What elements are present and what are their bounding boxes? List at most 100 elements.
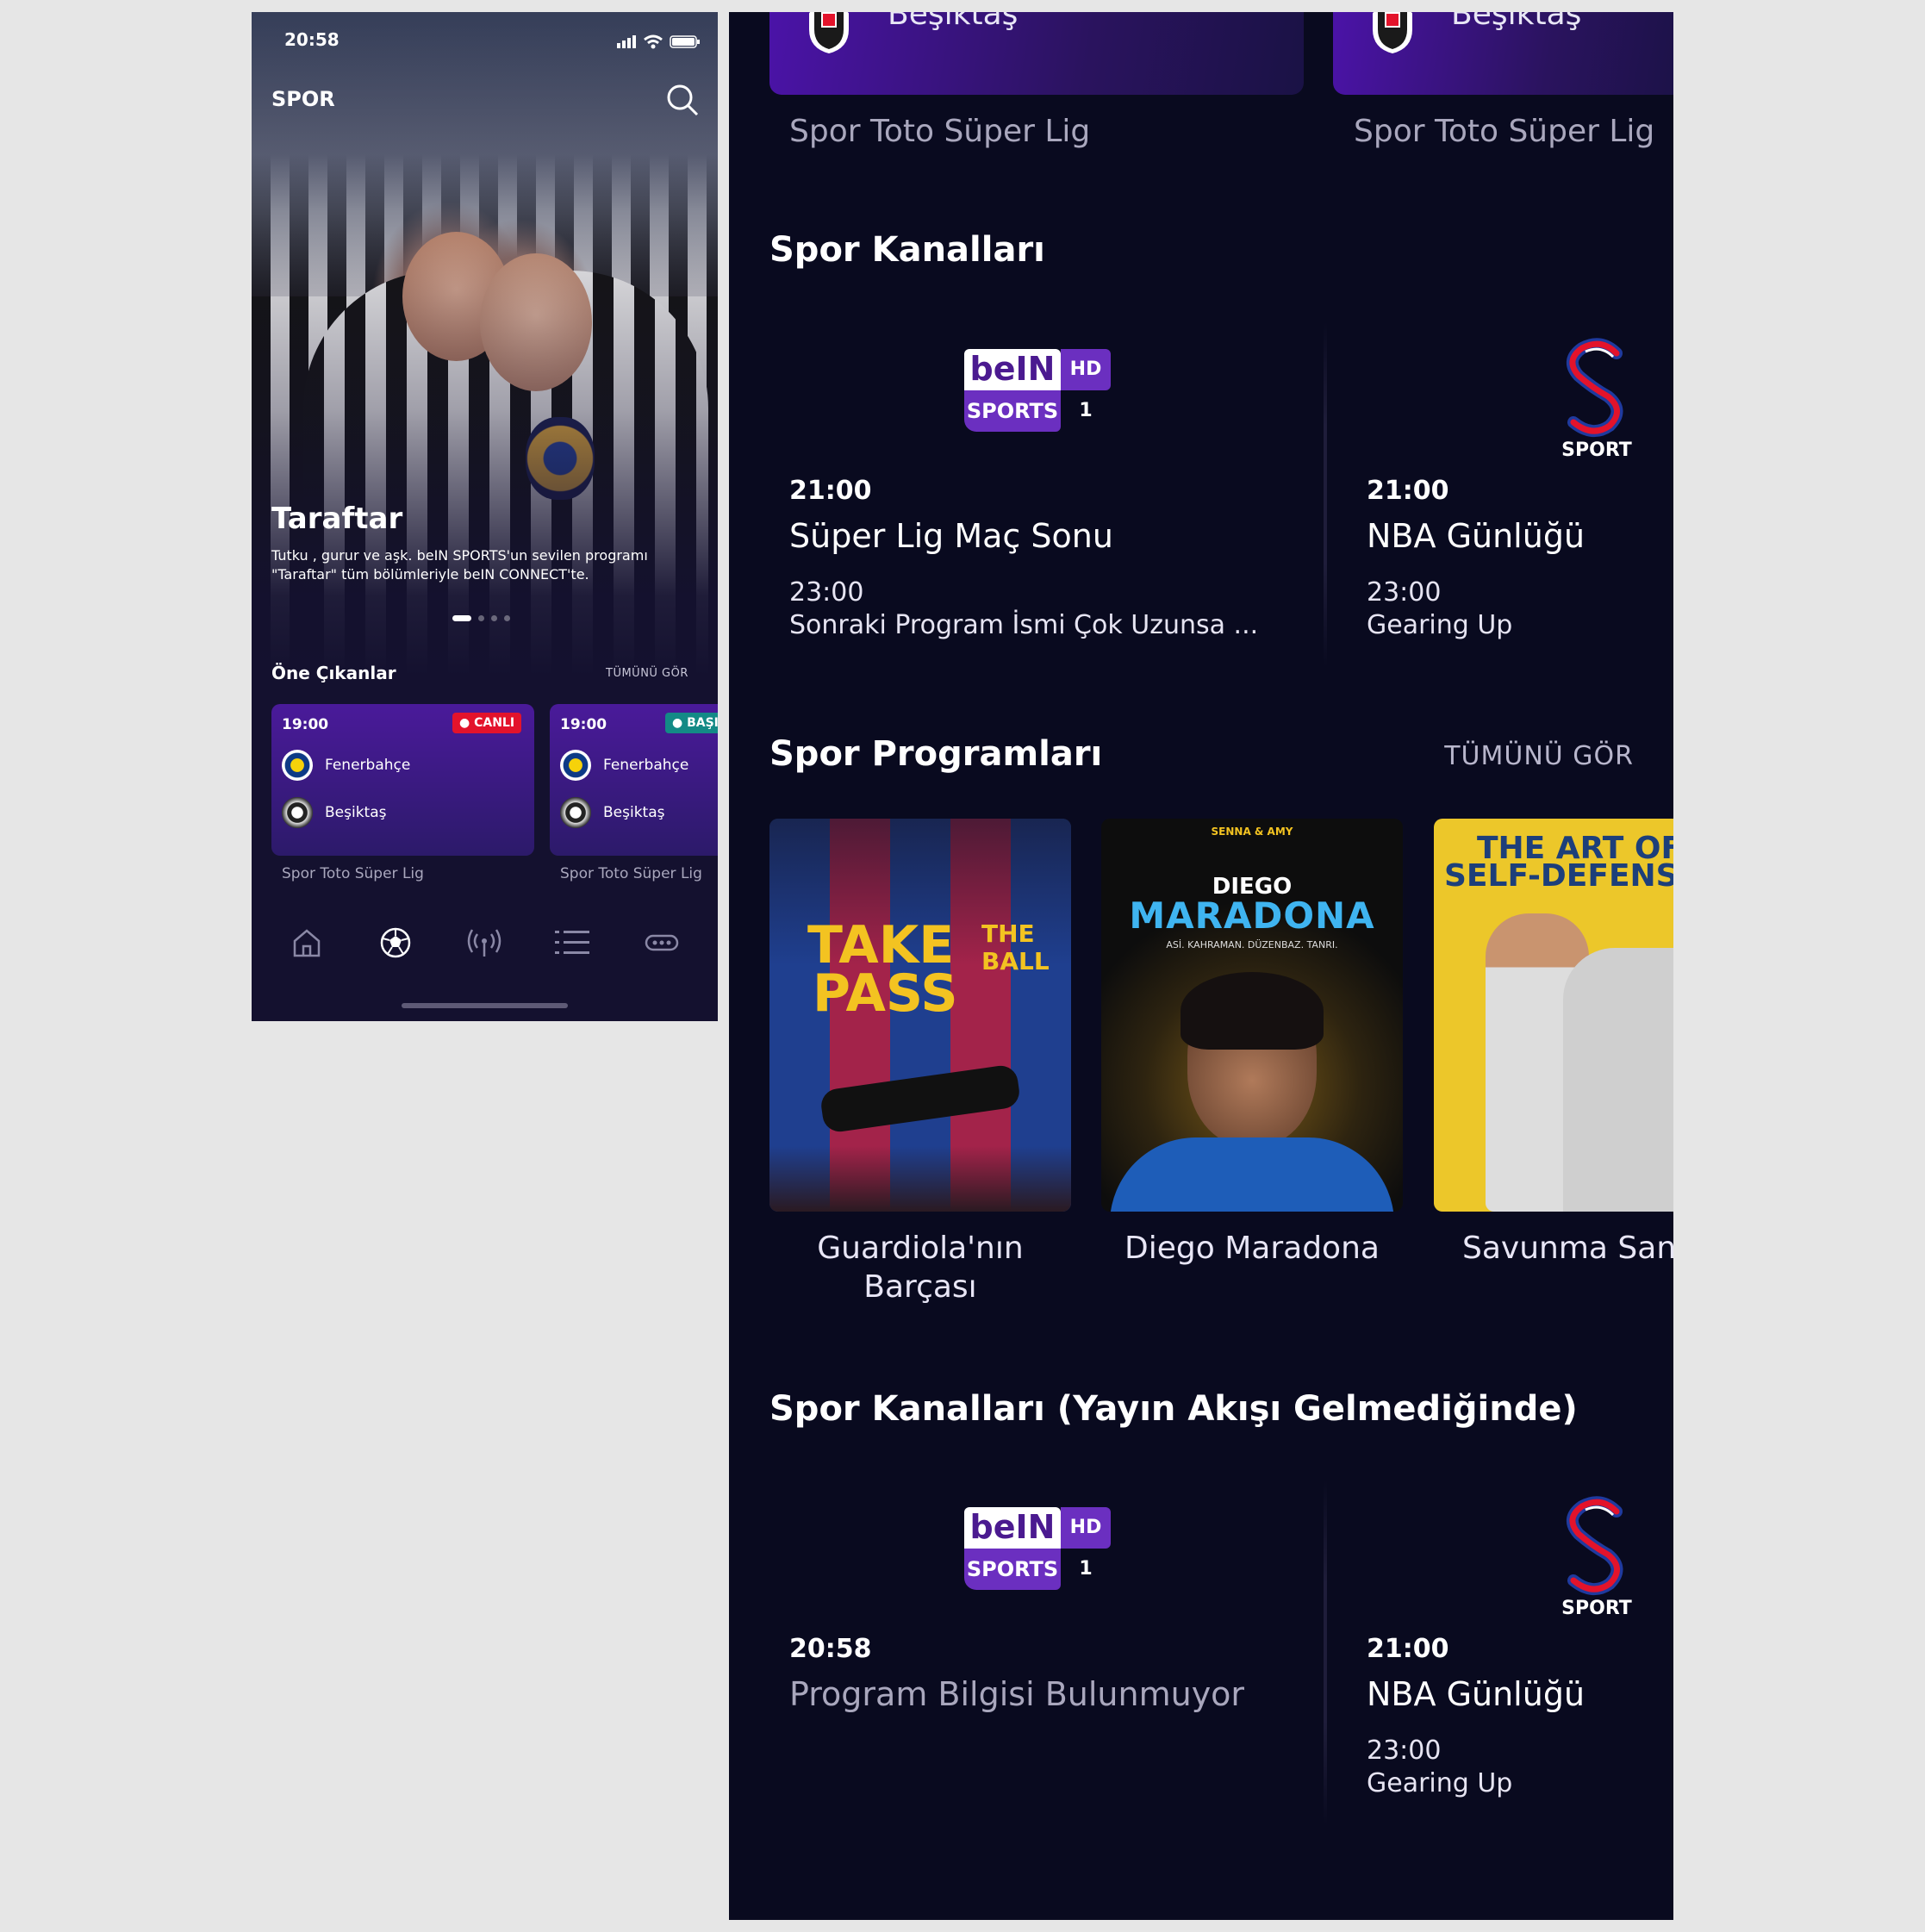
away-team-name: Beşiktaş [325, 804, 387, 821]
poster-title-line2: SELF-DEFENSE [1444, 858, 1673, 894]
program-title: Program Bilgisi Bulunmuyor [789, 1675, 1245, 1713]
besiktas-logo-icon [560, 797, 591, 828]
match-league: Spor Toto Süper Lig [282, 865, 424, 882]
s-sport-icon [1567, 1496, 1623, 1595]
status-badge: ● BAŞI [665, 713, 718, 733]
program-title: Süper Lig Maç Sonu [789, 517, 1113, 555]
next-program-title: Sonraki Program İsmi Çok Uzunsa ... [789, 610, 1259, 640]
live-badge: ● CANLI [452, 713, 522, 733]
channels-section-title: Spor Kanalları [769, 230, 1045, 270]
next-program-time: 23:00 [1367, 1736, 1442, 1766]
logo-brand-text: beIN [964, 1507, 1061, 1549]
channels-noepg-section-title: Spor Kanalları (Yayın Akışı Gelmediğinde… [769, 1389, 1578, 1429]
s-sport-label: SPORT [1561, 1598, 1632, 1619]
home-indicator [402, 1003, 568, 1008]
besiktas-logo-icon [809, 12, 849, 53]
s-sport-logo: SPORT [1558, 336, 1635, 465]
program-title: NBA Günlüğü [1367, 517, 1585, 555]
pagination-dot[interactable] [491, 615, 497, 621]
logo-hd-text: HD 1 [1061, 1507, 1111, 1580]
programs-section-title: Spor Programları [769, 734, 1103, 774]
channel-card[interactable]: beIN HD 1 SPORTS 21:00 Süper Lig Maç Son… [729, 305, 1324, 676]
match-card[interactable]: Beşiktaş [1333, 12, 1673, 95]
match-card[interactable]: Beşiktaş [769, 12, 1304, 95]
next-program-time: 23:00 [789, 577, 864, 608]
s-sport-icon [1567, 338, 1623, 437]
away-team: Beşiktaş [282, 797, 387, 828]
match-time: 19:00 [282, 716, 329, 733]
match-card[interactable]: 19:00 ● CANLI Fenerbahçe Beşiktaş [271, 704, 534, 856]
football-icon[interactable] [377, 924, 414, 962]
team-name: Beşiktaş [1451, 12, 1582, 32]
list-icon[interactable] [553, 924, 591, 962]
s-sport-label: SPORT [1561, 439, 1632, 461]
pagination-dot[interactable] [504, 615, 510, 621]
program-title: Diego Maradona [1124, 1231, 1380, 1266]
page-title: SPOR [271, 87, 335, 111]
program-title: NBA Günlüğü [1367, 1675, 1585, 1713]
phone-screen: 20:58 SPOR Taraftar Tutku , gurur ve aşk… [252, 12, 718, 1021]
fenerbahce-logo-icon [560, 750, 591, 781]
sports-panel: Beşiktaş Spor Toto Süper Lig Beşiktaş Sp… [729, 12, 1673, 1920]
home-team: Fenerbahçe [282, 750, 410, 781]
hero-description: Tutku , gurur ve aşk. beIN SPORTS'un sev… [271, 547, 648, 583]
channel-card[interactable]: SPORT 21:00 NBA Günlüğü 23:00 Gearing Up [1327, 305, 1673, 676]
home-team-name: Fenerbahçe [325, 757, 411, 774]
more-icon[interactable] [643, 924, 681, 962]
status-icons [617, 33, 703, 50]
next-program-time: 23:00 [1367, 577, 1442, 608]
match-league: Spor Toto Süper Lig [560, 865, 702, 882]
bein-sports-logo: beIN HD 1 SPORTS [964, 349, 1111, 432]
featured-see-all-link[interactable]: TÜMÜNÜ GÖR [606, 667, 688, 680]
next-program-title: Gearing Up [1367, 1768, 1513, 1798]
search-icon[interactable] [665, 83, 700, 117]
away-team-name: Beşiktaş [603, 804, 665, 821]
poster-credits: SENNA & AMY [1211, 826, 1293, 838]
signal-icon [617, 34, 700, 49]
poster-figure [1563, 948, 1673, 1212]
besiktas-logo-icon [1373, 12, 1412, 53]
programs-see-all-link[interactable]: TÜMÜNÜ GÖR [1444, 741, 1634, 771]
program-poster[interactable]: SENNA & AMY DIEGO MARADONA ASİ. KAHRAMAN… [1101, 819, 1403, 1212]
hero-title: Taraftar [271, 502, 403, 536]
program-time: 21:00 [1367, 1634, 1449, 1664]
pagination-dot-active[interactable] [452, 615, 471, 621]
logo-hd-text: HD 1 [1061, 349, 1111, 421]
program-title: Savunma Sanatı [1462, 1231, 1673, 1266]
channel-card[interactable]: SPORT 21:00 NBA Günlüğü 23:00 Gearing Up [1327, 1463, 1673, 1834]
match-card[interactable]: 19:00 ● BAŞI Fenerbahçe Beşiktaş [550, 704, 718, 856]
match-time: 19:00 [560, 716, 607, 733]
channel-card[interactable]: beIN HD 1 SPORTS 20:58 Program Bilgisi B… [729, 1463, 1324, 1834]
poster-title-side: THE BALL [981, 919, 1050, 975]
poster-crowd [769, 1146, 1071, 1212]
program-poster[interactable]: THE ART OF SELF-DEFENSE [1434, 819, 1673, 1212]
status-time: 20:58 [284, 29, 340, 50]
poster-shirt [1110, 1137, 1394, 1212]
match-league: Spor Toto Süper Lig [1354, 114, 1655, 149]
besiktas-logo-icon [282, 797, 313, 828]
program-time: 21:00 [789, 476, 872, 506]
pagination-dot[interactable] [478, 615, 484, 621]
home-icon[interactable] [288, 924, 326, 962]
bein-sports-logo: beIN HD 1 SPORTS [964, 1507, 1111, 1590]
logo-sports-text: SPORTS [964, 390, 1061, 432]
poster-title-line2: PASS [813, 963, 958, 1024]
match-league: Spor Toto Süper Lig [789, 114, 1091, 149]
poster-tagline: ASİ. KAHRAMAN. DÜZENBAZ. TANRI. [1166, 939, 1338, 950]
poster-hair [1181, 972, 1324, 1050]
s-sport-logo: SPORT [1558, 1494, 1635, 1624]
program-time: 21:00 [1367, 476, 1449, 506]
broadcast-icon[interactable] [465, 924, 503, 962]
logo-brand-text: beIN [964, 349, 1061, 390]
home-team-name: Fenerbahçe [603, 757, 689, 774]
poster-figure [819, 1063, 1022, 1134]
team-name: Beşiktaş [888, 12, 1019, 32]
poster-name-line2: MARADONA [1129, 894, 1375, 937]
program-time: 20:58 [789, 1634, 872, 1664]
away-team: Beşiktaş [560, 797, 665, 828]
carousel-pagination[interactable] [452, 615, 510, 621]
featured-title: Öne Çıkanlar [271, 663, 396, 683]
fenerbahce-logo-icon [282, 750, 313, 781]
program-poster[interactable]: TAKE PASS THE BALL [769, 819, 1071, 1212]
next-program-title: Gearing Up [1367, 610, 1513, 640]
